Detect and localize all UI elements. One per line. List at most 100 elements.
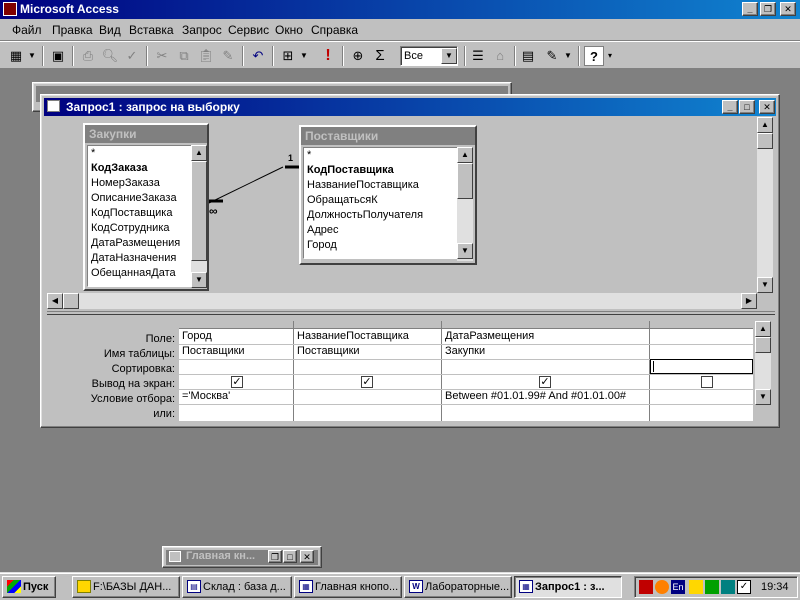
grid-cell-table[interactable]: Поставщики xyxy=(294,344,441,359)
new-object-dropdown-icon[interactable]: ▼ xyxy=(562,46,574,66)
scroll-up-icon[interactable]: ▲ xyxy=(755,321,771,337)
minimized-window-titlebar[interactable]: Главная кн... ❐ □ ✕ xyxy=(166,550,318,565)
menu-query[interactable]: Запрос xyxy=(182,23,222,37)
show-table-icon[interactable]: ⊕ xyxy=(348,46,368,66)
column-selector-bar[interactable] xyxy=(179,321,753,329)
taskbar-item[interactable]: ▦ Главная кнопо... xyxy=(294,576,402,598)
cut-icon[interactable]: ✂ xyxy=(152,46,172,66)
tray-icon[interactable] xyxy=(689,580,703,594)
print-icon[interactable]: ⎙ xyxy=(78,46,98,66)
scroll-down-icon[interactable]: ▼ xyxy=(755,389,771,405)
show-checkbox[interactable]: ✓ xyxy=(539,376,551,388)
totals-icon[interactable]: Σ xyxy=(370,46,390,66)
table-pane-vscroll[interactable]: ▲ ▼ xyxy=(757,117,773,293)
database-window-icon[interactable]: ▤ xyxy=(518,46,538,66)
menu-edit[interactable]: Правка xyxy=(52,23,93,37)
tray-icon[interactable] xyxy=(705,580,719,594)
taskbar-item[interactable]: W Лабораторные... xyxy=(404,576,512,598)
top-values-combo[interactable]: Все ▼ xyxy=(400,46,458,66)
start-button[interactable]: Пуск xyxy=(2,576,56,598)
grid-cell-field[interactable]: НазваниеПоставщика xyxy=(294,329,441,344)
menu-tools[interactable]: Сервис xyxy=(228,23,269,37)
scroll-up-icon[interactable]: ▲ xyxy=(757,117,773,133)
language-indicator[interactable]: En xyxy=(671,580,685,594)
query-type-icon[interactable]: ⊞ xyxy=(278,46,298,66)
new-object-icon[interactable]: ✎ xyxy=(542,46,562,66)
scroll-thumb[interactable] xyxy=(755,337,771,353)
view-icon[interactable]: ▦ xyxy=(6,46,26,66)
query-window-titlebar[interactable]: Запрос1 : запрос на выборку _ □ ✕ xyxy=(44,98,776,116)
menu-insert[interactable]: Вставка xyxy=(129,23,174,37)
show-checkbox[interactable] xyxy=(701,376,713,388)
show-checkbox[interactable]: ✓ xyxy=(231,376,243,388)
query-window[interactable]: Запрос1 : запрос на выборку _ □ ✕ Закупк… xyxy=(40,94,780,428)
query-maximize-button[interactable]: □ xyxy=(739,100,755,114)
menu-window[interactable]: Окно xyxy=(275,23,303,37)
table-box-title[interactable]: Поставщики xyxy=(301,127,475,145)
tray-check-icon[interactable]: ✓ xyxy=(737,580,751,594)
print-preview-icon[interactable]: 🔍︎ xyxy=(100,46,120,66)
grid-cell-sort-active[interactable] xyxy=(650,359,753,374)
scroll-right-icon[interactable]: ▶ xyxy=(741,293,757,309)
menu-help[interactable]: Справка xyxy=(311,23,358,37)
paste-icon[interactable]: 📋︎ xyxy=(196,46,216,66)
grid-cell-table[interactable]: Поставщики xyxy=(179,344,293,359)
field-item[interactable]: ОбращатьсяК xyxy=(304,193,458,208)
minimized-window[interactable]: Главная кн... ❐ □ ✕ xyxy=(162,546,322,568)
format-painter-icon[interactable]: ✎ xyxy=(218,46,238,66)
table-pane-hscroll[interactable]: ◀ ▶ xyxy=(47,293,757,309)
field-item[interactable]: Адрес xyxy=(304,223,458,238)
scroll-down-icon[interactable]: ▼ xyxy=(457,243,473,259)
tray-volume-icon[interactable] xyxy=(655,580,669,594)
build-icon[interactable]: ⌂ xyxy=(490,46,510,66)
scroll-down-icon[interactable]: ▼ xyxy=(757,277,773,293)
properties-icon[interactable]: ☰ xyxy=(468,46,488,66)
grid-cell-field[interactable]: ДатаРазмещения xyxy=(442,329,649,344)
field-item[interactable]: ДолжностьПолучателя xyxy=(304,208,458,223)
restore-app-button[interactable]: ❐ xyxy=(760,2,776,16)
grid-vscroll[interactable]: ▲ ▼ xyxy=(755,321,771,405)
grid-cell-table[interactable]: Закупки xyxy=(442,344,649,359)
query-close-button[interactable]: ✕ xyxy=(759,100,775,114)
tray-icon[interactable] xyxy=(721,580,735,594)
help-icon[interactable]: ? xyxy=(584,46,604,66)
field-item[interactable]: * xyxy=(304,148,458,163)
toolbar-separator xyxy=(578,46,580,66)
scroll-left-icon[interactable]: ◀ xyxy=(47,293,63,309)
scroll-thumb[interactable] xyxy=(757,133,773,149)
tray-app-icon[interactable] xyxy=(639,580,653,594)
minimize-app-button[interactable]: _ xyxy=(742,2,758,16)
menu-view[interactable]: Вид xyxy=(99,23,121,37)
query-minimize-button[interactable]: _ xyxy=(722,100,738,114)
maximize-button[interactable]: □ xyxy=(283,550,297,563)
restore-button[interactable]: ❐ xyxy=(268,550,282,563)
table-box-postavshchiki[interactable]: Поставщики * КодПоставщика НазваниеПоста… xyxy=(299,125,477,265)
menu-file[interactable]: Файл xyxy=(12,23,42,37)
spelling-icon[interactable]: ✓ xyxy=(122,46,142,66)
copy-icon[interactable]: ⧉ xyxy=(174,46,194,66)
save-icon[interactable]: ▣ xyxy=(48,46,68,66)
close-app-button[interactable]: ✕ xyxy=(780,2,796,16)
taskbar-item-active[interactable]: ▦ Запрос1 : з... xyxy=(514,576,622,598)
undo-icon[interactable]: ↶ xyxy=(248,46,268,66)
query-type-dropdown-icon[interactable]: ▼ xyxy=(298,46,310,66)
taskbar-item[interactable]: F:\БАЗЫ ДАН... xyxy=(72,576,180,598)
field-item[interactable]: КодПоставщика xyxy=(304,163,458,178)
close-button[interactable]: ✕ xyxy=(300,550,314,563)
view-dropdown-icon[interactable]: ▼ xyxy=(26,46,38,66)
field-item[interactable]: НазваниеПоставщика xyxy=(304,178,458,193)
field-item[interactable]: Город xyxy=(304,238,458,253)
pane-splitter[interactable] xyxy=(47,311,775,315)
scroll-thumb[interactable] xyxy=(63,293,79,309)
scroll-thumb[interactable] xyxy=(457,163,473,199)
help-dropdown-icon[interactable]: ▾ xyxy=(604,46,616,66)
combo-dropdown-icon[interactable]: ▼ xyxy=(441,48,457,64)
run-icon[interactable]: ! xyxy=(318,46,338,66)
grid-cell-field[interactable]: Город xyxy=(179,329,293,344)
taskbar-item[interactable]: ▤ Склад : база д... xyxy=(182,576,292,598)
grid-cell-criteria[interactable]: Between #01.01.99# And #01.01.00# xyxy=(442,389,649,404)
show-checkbox[interactable]: ✓ xyxy=(361,376,373,388)
grid-cell-criteria[interactable]: ='Москва' xyxy=(179,389,293,404)
field-list-scrollbar[interactable]: ▲ ▼ xyxy=(457,147,473,261)
scroll-up-icon[interactable]: ▲ xyxy=(457,147,473,163)
